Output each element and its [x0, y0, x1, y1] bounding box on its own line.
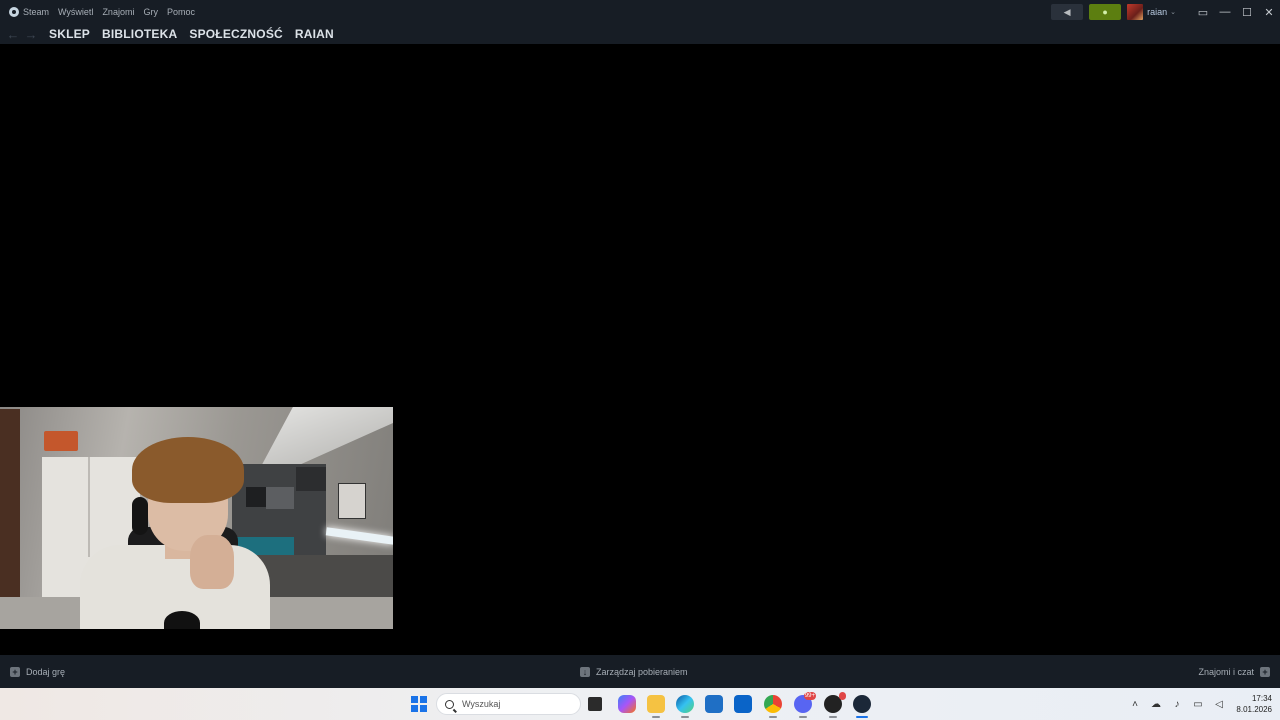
close-icon: ✕: [1264, 6, 1274, 19]
webcam-wardrobe-seam: [88, 457, 90, 557]
windows-logo-icon-part: [420, 705, 427, 712]
task-view-icon[interactable]: [588, 697, 602, 711]
notification-dot: [839, 692, 846, 700]
taskbar-search[interactable]: Wyszukaj: [436, 693, 581, 715]
webcam-picture-frame: [338, 483, 366, 519]
chevron-up-icon[interactable]: ˄: [1128, 697, 1142, 711]
avatar: [1127, 4, 1144, 20]
friends-chat-label: Znajomi i czat: [1198, 666, 1254, 677]
titlebar-controls: ◀ ● raian ⌄ ▭ — ☐ ✕: [1051, 0, 1280, 24]
megaphone-icon: ◀: [1063, 6, 1071, 17]
friends-chat-icon: +: [1260, 666, 1270, 677]
add-game-label: Dodaj grę: [26, 666, 66, 677]
steam-logo-icon: [9, 7, 19, 17]
menu-steam-label: Steam: [23, 7, 50, 17]
webcam-tile: [296, 467, 326, 491]
menu-games[interactable]: Gry: [143, 7, 158, 17]
webcam-headset: [132, 497, 148, 535]
webcam-overlay: [0, 407, 393, 629]
copilot-icon[interactable]: [618, 695, 636, 713]
search-icon: [445, 699, 454, 709]
title-bar: Steam Wyświetl Znajomi Gry Pomoc ◀ ● rai…: [0, 0, 1280, 24]
close-button[interactable]: ✕: [1258, 0, 1280, 24]
speaker-icon[interactable]: ◁: [1212, 697, 1226, 711]
microsoft-store-icon[interactable]: [705, 695, 723, 713]
nav-store[interactable]: SKLEP: [49, 27, 90, 41]
clock-date: 8.01.2026: [1236, 705, 1272, 714]
windows-logo-icon-part: [420, 696, 427, 703]
file-explorer-icon[interactable]: [647, 695, 665, 718]
clock-time: 17:34: [1251, 694, 1272, 703]
webcam-box: [44, 431, 78, 451]
back-arrow-icon[interactable]: ←: [4, 27, 22, 42]
outlook-icon[interactable]: [734, 695, 752, 713]
network-icon[interactable]: ▭: [1191, 697, 1205, 711]
monitor-icon: ▭: [1197, 6, 1209, 19]
steam-taskbar-icon[interactable]: [853, 695, 871, 718]
onedrive-icon[interactable]: ☁: [1149, 697, 1163, 711]
menu-steam[interactable]: Steam: [9, 7, 49, 17]
edge-icon[interactable]: [676, 695, 694, 718]
menu-help[interactable]: Pomoc: [167, 7, 195, 17]
nav-profile[interactable]: RAIAN: [295, 27, 334, 41]
start-button[interactable]: [411, 696, 427, 712]
menu-friends[interactable]: Znajomi: [102, 7, 134, 17]
discord-badge: 99+: [803, 692, 816, 700]
search-placeholder: Wyszukaj: [462, 699, 501, 709]
webcam-tile: [266, 487, 294, 509]
windows-logo-icon-part: [411, 705, 418, 712]
chrome-icon[interactable]: [764, 695, 782, 718]
nav-bar: ← → SKLEP BIBLIOTEKA SPOŁECZNOŚĆ RAIAN: [0, 24, 1280, 44]
announcements-button[interactable]: ◀: [1051, 4, 1084, 20]
chevron-down-icon: ⌄: [1170, 9, 1176, 16]
webcam-microphone: [164, 611, 200, 629]
forward-arrow-icon[interactable]: →: [22, 27, 40, 42]
nav-library[interactable]: BIBLIOTEKA: [102, 27, 177, 41]
windows-taskbar: Wyszukaj 99+ ˄ ☁ ♪ ▭ ◁ 17:34 8.01.2026: [0, 688, 1280, 720]
manage-downloads-button[interactable]: ↓ Zarządzaj pobieraniem: [580, 655, 688, 688]
webcam-person-hand: [190, 535, 234, 589]
webcam-person-hair: [132, 437, 244, 503]
username: raian: [1147, 7, 1168, 17]
system-tray: ˄ ☁ ♪ ▭ ◁: [1128, 688, 1233, 720]
microphone-icon[interactable]: ♪: [1170, 697, 1184, 711]
discord-icon[interactable]: 99+: [794, 692, 816, 718]
menu-view[interactable]: Wyświetl: [58, 7, 93, 17]
minimize-icon: —: [1219, 6, 1231, 18]
minimize-button[interactable]: —: [1214, 0, 1236, 24]
notifications-button[interactable]: ●: [1089, 4, 1122, 20]
big-picture-button[interactable]: ▭: [1192, 0, 1214, 24]
app-icon[interactable]: [824, 692, 846, 718]
downloads-label: Zarządzaj pobieraniem: [596, 666, 688, 677]
windows-logo-icon: [411, 696, 418, 703]
menu-bar: Steam Wyświetl Znajomi Gry Pomoc: [0, 0, 204, 24]
bottom-bar: + Dodaj grę ↓ Zarządzaj pobieraniem Znaj…: [0, 655, 1280, 688]
bell-icon: ●: [1102, 7, 1108, 17]
download-icon: ↓: [580, 666, 590, 677]
plus-icon: +: [10, 666, 20, 677]
maximize-button[interactable]: ☐: [1236, 0, 1258, 24]
webcam-door: [0, 409, 20, 629]
webcam-tile: [246, 487, 266, 507]
steam-window: Steam Wyświetl Znajomi Gry Pomoc ◀ ● rai…: [0, 0, 1280, 720]
add-game-button[interactable]: + Dodaj grę: [10, 655, 65, 688]
nav-community[interactable]: SPOŁECZNOŚĆ: [189, 27, 283, 41]
user-menu-button[interactable]: raian ⌄: [1127, 3, 1180, 21]
maximize-icon: ☐: [1242, 6, 1252, 19]
taskbar-clock[interactable]: 17:34 8.01.2026: [1226, 693, 1272, 715]
friends-chat-button[interactable]: Znajomi i czat +: [1198, 655, 1270, 688]
